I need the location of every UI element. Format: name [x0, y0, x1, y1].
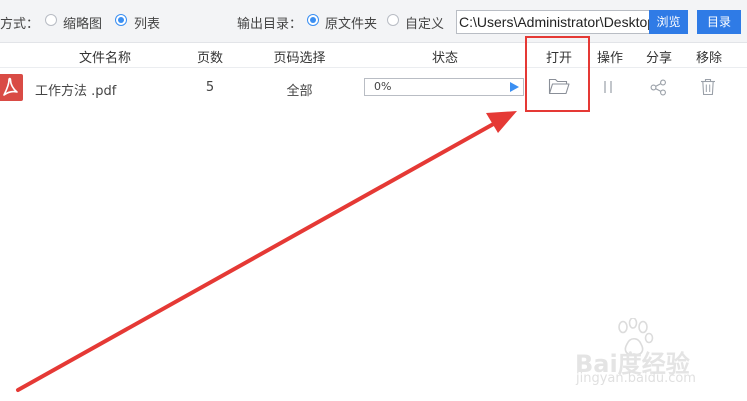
output-label: 输出目录： [237, 17, 303, 32]
share-icon[interactable] [650, 79, 667, 100]
baidu-jingyan-watermark: Bai度经验 jingyan.baidu.com [570, 317, 720, 390]
pdf-file-icon [0, 74, 23, 101]
header-open: 打开 [545, 51, 572, 66]
table-row: 工作方法 .pdf 5 全部 0% [0, 68, 747, 108]
directory-button[interactable]: 目录 [697, 10, 741, 34]
radio-custom[interactable] [387, 14, 399, 26]
radio-thumbnail-label[interactable]: 缩略图 [63, 13, 102, 32]
header-remove: 移除 [695, 51, 722, 66]
pause-icon[interactable] [603, 80, 613, 98]
page-count: 5 [205, 80, 215, 95]
radio-list-label[interactable]: 列表 [134, 13, 160, 32]
mode-label: 方式： [0, 17, 40, 32]
header-status: 状态 [431, 51, 458, 66]
header-page-select: 页码选择 [273, 51, 326, 66]
page-select-value[interactable]: 全部 [262, 80, 337, 99]
radio-original-folder[interactable] [307, 14, 319, 26]
output-path-input[interactable] [456, 10, 652, 34]
header-share: 分享 [645, 51, 672, 66]
table-header: 文件名称 页数 页码选择 状态 打开 操作 分享 移除 [0, 43, 747, 68]
radio-original-folder-label[interactable]: 原文件夹 [325, 13, 377, 32]
progress-text: 0% [374, 80, 392, 93]
radio-custom-label[interactable]: 自定义 [405, 13, 444, 32]
trash-icon[interactable] [700, 78, 716, 100]
header-filename: 文件名称 [78, 51, 131, 66]
progress-bar: 0% [364, 78, 524, 96]
watermark-url: jingyan.baidu.com [576, 371, 696, 386]
radio-list[interactable] [115, 14, 127, 26]
toolbar: 方式： 缩略图 列表 输出目录： 原文件夹 自定义 浏览 目录 [0, 0, 747, 43]
open-folder-icon[interactable] [548, 77, 570, 99]
play-icon[interactable] [510, 82, 519, 92]
header-action: 操作 [596, 51, 623, 66]
browse-button[interactable]: 浏览 [649, 10, 688, 34]
radio-thumbnail[interactable] [45, 14, 57, 26]
file-name: 工作方法 .pdf [35, 84, 117, 99]
header-pages: 页数 [196, 51, 223, 66]
